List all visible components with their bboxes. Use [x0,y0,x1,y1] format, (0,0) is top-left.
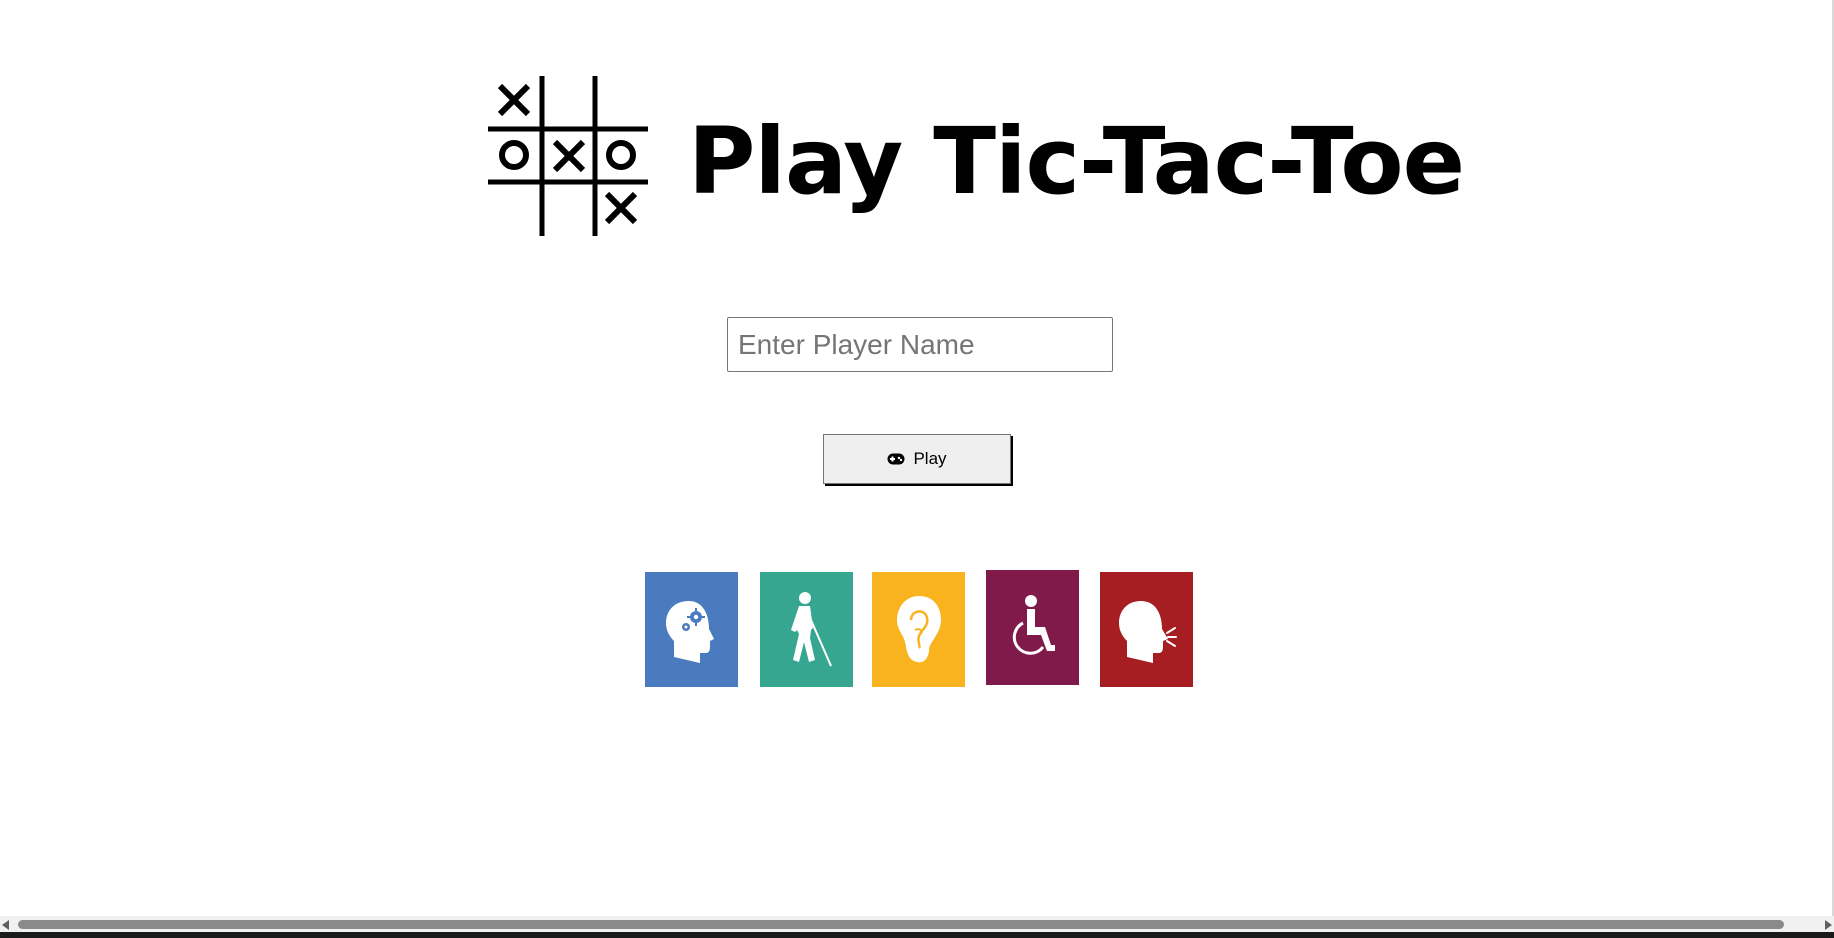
scroll-right-arrow-icon[interactable] [1825,920,1832,930]
visual-impairment-icon [790,591,832,666]
mobility-accessibility-tile[interactable] [986,570,1079,685]
speech-accessibility-tile[interactable] [1100,572,1193,687]
horizontal-scrollbar[interactable] [0,916,1834,932]
scrollbar-thumb[interactable] [18,920,1784,929]
wheelchair-icon [1012,594,1055,655]
cognitive-disability-icon [665,600,714,663]
page-title: Play Tic-Tac-Toe [688,108,1465,215]
gamepad-icon [887,453,905,465]
speech-impairment-icon [1118,600,1177,663]
page: Play Tic-Tac-Toe Play [0,0,1834,938]
taskbar-edge [0,932,1834,938]
play-button[interactable]: Play [823,434,1011,484]
header: Play Tic-Tac-Toe [488,76,1465,238]
player-name-input[interactable] [727,317,1113,372]
scroll-left-arrow-icon[interactable] [2,920,9,930]
hearing-impairment-icon [896,595,941,662]
hearing-accessibility-tile[interactable] [872,572,965,687]
cognitive-accessibility-tile[interactable] [645,572,738,687]
play-button-label: Play [913,449,947,468]
tic-tac-toe-board-icon [488,76,648,236]
visual-accessibility-tile[interactable] [760,572,853,687]
